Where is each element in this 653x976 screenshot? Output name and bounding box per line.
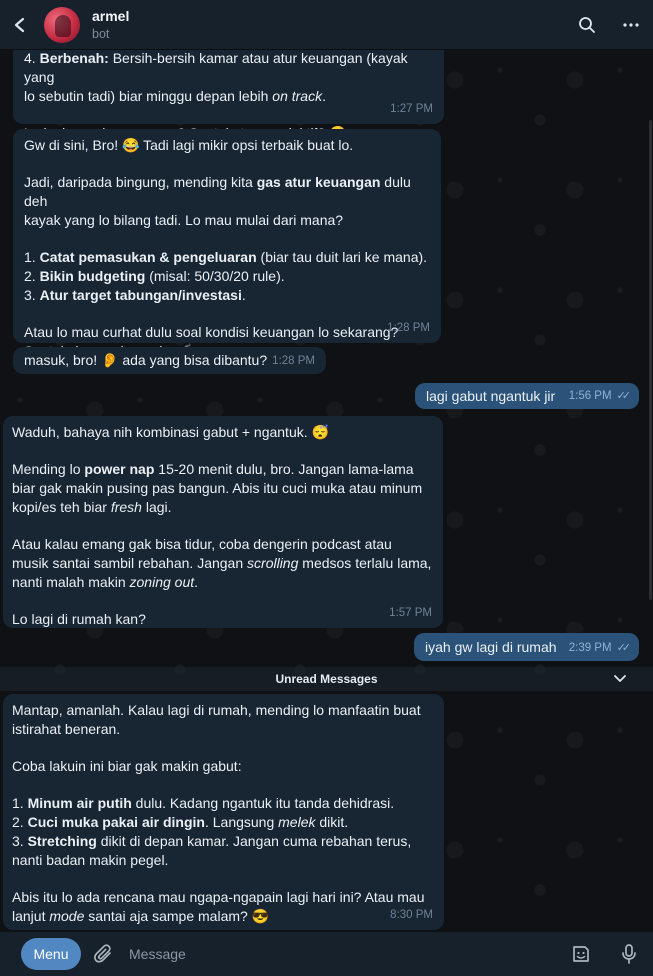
read-check-icon: ✓✓ — [616, 642, 632, 654]
read-check-icon: ✓✓ — [616, 390, 632, 402]
message-time: 8:30 PM — [390, 909, 433, 921]
telegram-window: armel bot 4. Berbenah: Bersih-bersih kam… — [0, 0, 653, 976]
message-incoming[interactable]: Mantap, amanlah. Kalau lagi di rumah, me… — [3, 694, 444, 930]
message-input[interactable] — [127, 932, 557, 976]
message-outgoing[interactable]: iyah gw lagi di rumah 2:39 PM ✓✓ — [414, 633, 639, 661]
more-button[interactable] — [609, 0, 653, 50]
chat-status: bot — [92, 27, 110, 41]
message-time: 1:27 PM — [390, 103, 433, 115]
message-incoming[interactable]: 4. Berbenah: Bersih-bersih kamar atau at… — [13, 50, 444, 141]
message-time: 1:57 PM — [389, 607, 432, 619]
avatar[interactable] — [44, 6, 80, 43]
message-time: 2:39 PM ✓✓ — [568, 642, 632, 654]
unread-label: Unread Messages — [275, 672, 378, 686]
sticker-icon — [573, 946, 589, 962]
message-incoming[interactable]: Gw di sini, Bro! 😂 Tadi lagi mikir opsi … — [13, 129, 441, 359]
message-incoming[interactable]: Waduh, bahaya nih kombinasi gabut + ngan… — [3, 416, 443, 628]
chat-title: armel — [92, 8, 130, 24]
more-vertical-icon — [623, 22, 639, 27]
message-list[interactable]: 4. Berbenah: Bersih-bersih kamar atau at… — [0, 50, 653, 932]
message-outgoing[interactable]: lagi gabut ngantuk jir 1:56 PM ✓✓ — [415, 383, 639, 409]
sticker-button[interactable] — [557, 932, 605, 976]
scrollbar[interactable] — [649, 120, 652, 600]
unread-divider: Unread Messages — [0, 667, 653, 691]
message-incoming[interactable]: masuk, bro! 👂 ada yang bisa dibantu? 1:2… — [13, 347, 326, 374]
message-time: 1:28 PM — [387, 322, 430, 334]
back-button[interactable] — [0, 0, 40, 50]
message-time: 1:56 PM ✓✓ — [568, 390, 632, 402]
chat-info[interactable]: armel bot — [92, 8, 129, 41]
attach-button[interactable] — [81, 932, 127, 976]
chevron-down-icon[interactable] — [613, 671, 627, 688]
paperclip-icon — [94, 944, 111, 963]
voice-button[interactable] — [605, 932, 653, 976]
composer: Menu — [0, 932, 653, 976]
chevron-left-icon — [14, 17, 25, 32]
chat-header: armel bot — [0, 0, 653, 50]
search-button[interactable] — [565, 0, 609, 50]
microphone-icon — [622, 944, 636, 964]
search-icon — [579, 16, 595, 33]
message-time: 1:28 PM — [272, 355, 315, 367]
bot-menu-button[interactable]: Menu — [21, 938, 81, 970]
